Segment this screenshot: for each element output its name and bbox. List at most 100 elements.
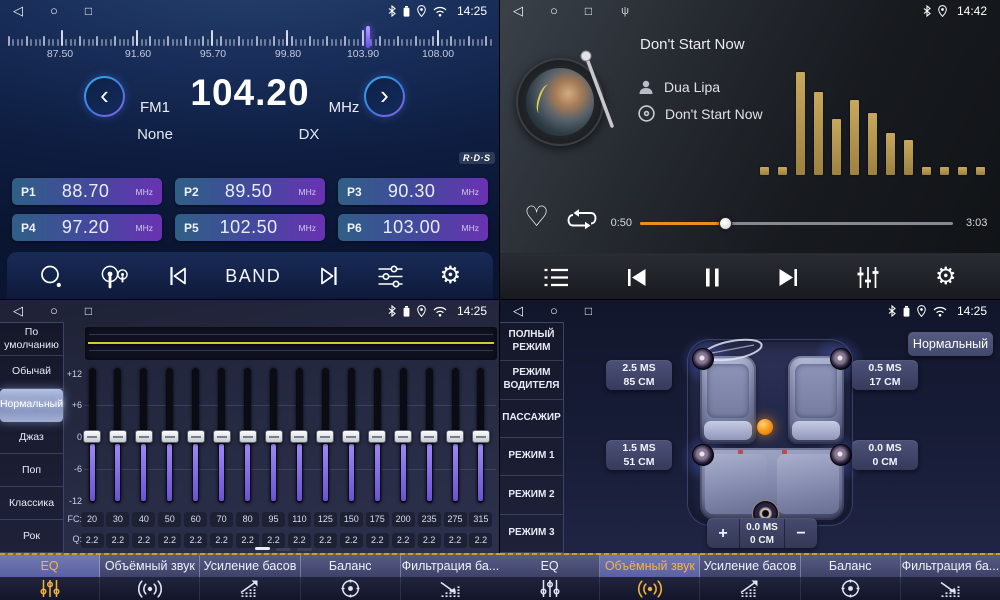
pause-button[interactable] xyxy=(704,267,721,288)
delay-decrease-button[interactable]: − xyxy=(785,519,817,548)
home-icon[interactable]: ○ xyxy=(550,0,558,22)
tune-up-button[interactable]: › xyxy=(364,76,405,117)
sound-mode-item[interactable]: РЕЖИМ 3 xyxy=(500,515,563,553)
next-track-button[interactable] xyxy=(776,267,801,288)
repeat-button[interactable] xyxy=(566,208,598,236)
home-icon[interactable]: ○ xyxy=(50,0,58,22)
home-icon[interactable]: ○ xyxy=(50,300,58,322)
preset-button-p3[interactable]: P390.30MHz xyxy=(338,178,488,205)
page-indicator[interactable] xyxy=(297,548,312,551)
sound-mode-item[interactable]: ПОЛНЫЙ РЕЖИМ xyxy=(500,323,563,361)
recents-icon[interactable]: □ xyxy=(585,300,592,322)
previous-station-button[interactable] xyxy=(165,265,190,287)
settings-button[interactable]: ⚙ xyxy=(935,265,957,289)
eq-slider-handle[interactable] xyxy=(420,430,438,443)
tab-eq-button[interactable] xyxy=(0,577,100,600)
eq-preset-item[interactable]: Рок xyxy=(0,520,63,553)
sound-mode-item[interactable]: РЕЖИМ 1 xyxy=(500,438,563,476)
front-right-delay-button[interactable]: 0.5 MS 17 CM xyxy=(852,360,918,390)
tab-eq[interactable]: EQ xyxy=(500,555,600,577)
broadcast-button[interactable] xyxy=(99,264,129,289)
tuning-dial[interactable]: 87.5091.6095.7099.80103.90108.00 xyxy=(0,24,500,62)
eq-slider-handle[interactable] xyxy=(135,430,153,443)
eq-slider-handle[interactable] xyxy=(342,430,360,443)
speaker-rear-right[interactable] xyxy=(830,444,852,466)
tune-down-button[interactable]: ‹ xyxy=(84,76,125,117)
home-icon[interactable]: ○ xyxy=(550,300,558,322)
tab-filtration-button[interactable] xyxy=(901,577,1000,600)
back-icon[interactable]: ◁ xyxy=(13,300,23,322)
listening-position-indicator[interactable] xyxy=(757,419,773,435)
scan-button[interactable] xyxy=(39,264,64,289)
eq-slider-handle[interactable] xyxy=(109,430,127,443)
tab-filtration[interactable]: Фильтрация ба... xyxy=(901,555,1000,577)
front-left-delay-button[interactable]: 2.5 MS 85 CM xyxy=(606,360,672,390)
preset-button-p4[interactable]: P497.20MHz xyxy=(12,214,162,241)
eq-slider-handle[interactable] xyxy=(290,430,308,443)
back-icon[interactable]: ◁ xyxy=(513,0,523,22)
eq-slider-handle[interactable] xyxy=(394,430,412,443)
eq-preset-item[interactable]: Нормальный xyxy=(0,389,63,422)
tab-balance[interactable]: Баланс xyxy=(301,555,401,577)
back-icon[interactable]: ◁ xyxy=(13,0,23,22)
band-button[interactable]: BAND xyxy=(225,266,281,287)
tab-balance-button[interactable] xyxy=(301,577,401,600)
eq-slider-handle[interactable] xyxy=(472,430,490,443)
tab-bass-boost[interactable]: Усиление басов xyxy=(200,555,300,577)
tab-bass-boost-button[interactable] xyxy=(200,577,300,600)
tab-bass-boost[interactable]: Усиление басов xyxy=(700,555,800,577)
tab-surround-sound[interactable]: Объёмный звук xyxy=(600,555,700,577)
eq-slider-handle[interactable] xyxy=(239,430,257,443)
sound-mode-item[interactable]: ПАССАЖИР xyxy=(500,400,563,438)
eq-preset-item[interactable]: Классика xyxy=(0,487,63,520)
page-indicator-active[interactable] xyxy=(255,547,270,550)
tab-balance-button[interactable] xyxy=(801,577,901,600)
preset-button-p6[interactable]: P6103.00MHz xyxy=(338,214,488,241)
sound-profile-button[interactable]: Нормальный xyxy=(908,332,993,356)
seek-bar[interactable] xyxy=(640,222,953,225)
equalizer-button[interactable] xyxy=(856,266,880,289)
preset-button-p5[interactable]: P5102.50MHz xyxy=(175,214,325,241)
previous-track-button[interactable] xyxy=(624,267,649,288)
eq-preset-item[interactable]: По умолчанию xyxy=(0,323,63,356)
eq-slider-handle[interactable] xyxy=(316,430,334,443)
delay-increase-button[interactable]: + xyxy=(707,519,739,548)
eq-preset-item[interactable]: Джаз xyxy=(0,422,63,455)
eq-slider-handle[interactable] xyxy=(265,430,283,443)
eq-slider-handle[interactable] xyxy=(213,430,231,443)
tab-eq-button[interactable] xyxy=(500,577,600,600)
eq-slider-handle[interactable] xyxy=(161,430,179,443)
rear-left-delay-button[interactable]: 1.5 MS 51 CM xyxy=(606,440,672,470)
speaker-front-right[interactable] xyxy=(830,348,852,370)
tab-surround-sound-button[interactable] xyxy=(100,577,200,600)
sound-mode-item[interactable]: РЕЖИМ ВОДИТЕЛЯ xyxy=(500,361,563,399)
tab-filtration[interactable]: Фильтрация ба... xyxy=(401,555,500,577)
recents-icon[interactable]: □ xyxy=(85,0,92,22)
speaker-rear-left[interactable] xyxy=(692,444,714,466)
page-indicator[interactable] xyxy=(276,548,291,551)
tab-surround-sound[interactable]: Объёмный звук xyxy=(100,555,200,577)
tab-filtration-button[interactable] xyxy=(401,577,500,600)
audio-settings-button[interactable] xyxy=(377,264,404,289)
eq-slider-handle[interactable] xyxy=(83,430,101,443)
recents-icon[interactable]: □ xyxy=(85,300,92,322)
tab-balance[interactable]: Баланс xyxy=(801,555,901,577)
eq-slider-handle[interactable] xyxy=(368,430,386,443)
eq-slider-handle[interactable] xyxy=(446,430,464,443)
tab-surround-sound-button[interactable] xyxy=(600,577,700,600)
playlist-button[interactable] xyxy=(543,267,569,288)
tab-eq[interactable]: EQ xyxy=(0,555,100,577)
seek-bar-thumb[interactable] xyxy=(719,217,732,230)
sound-mode-item[interactable]: РЕЖИМ 2 xyxy=(500,476,563,514)
rear-right-delay-button[interactable]: 0.0 MS 0 CM xyxy=(852,440,918,470)
dial-pointer[interactable] xyxy=(366,26,370,48)
favorite-button[interactable]: ♡ xyxy=(524,203,549,231)
preset-button-p1[interactable]: P188.70MHz xyxy=(12,178,162,205)
eq-slider-handle[interactable] xyxy=(187,430,205,443)
tab-bass-boost-button[interactable] xyxy=(700,577,800,600)
speaker-front-left[interactable] xyxy=(692,348,714,370)
back-icon[interactable]: ◁ xyxy=(513,300,523,322)
eq-preset-item[interactable]: Обычай xyxy=(0,356,63,389)
eq-preset-item[interactable]: Поп xyxy=(0,454,63,487)
next-station-button[interactable] xyxy=(317,265,342,287)
